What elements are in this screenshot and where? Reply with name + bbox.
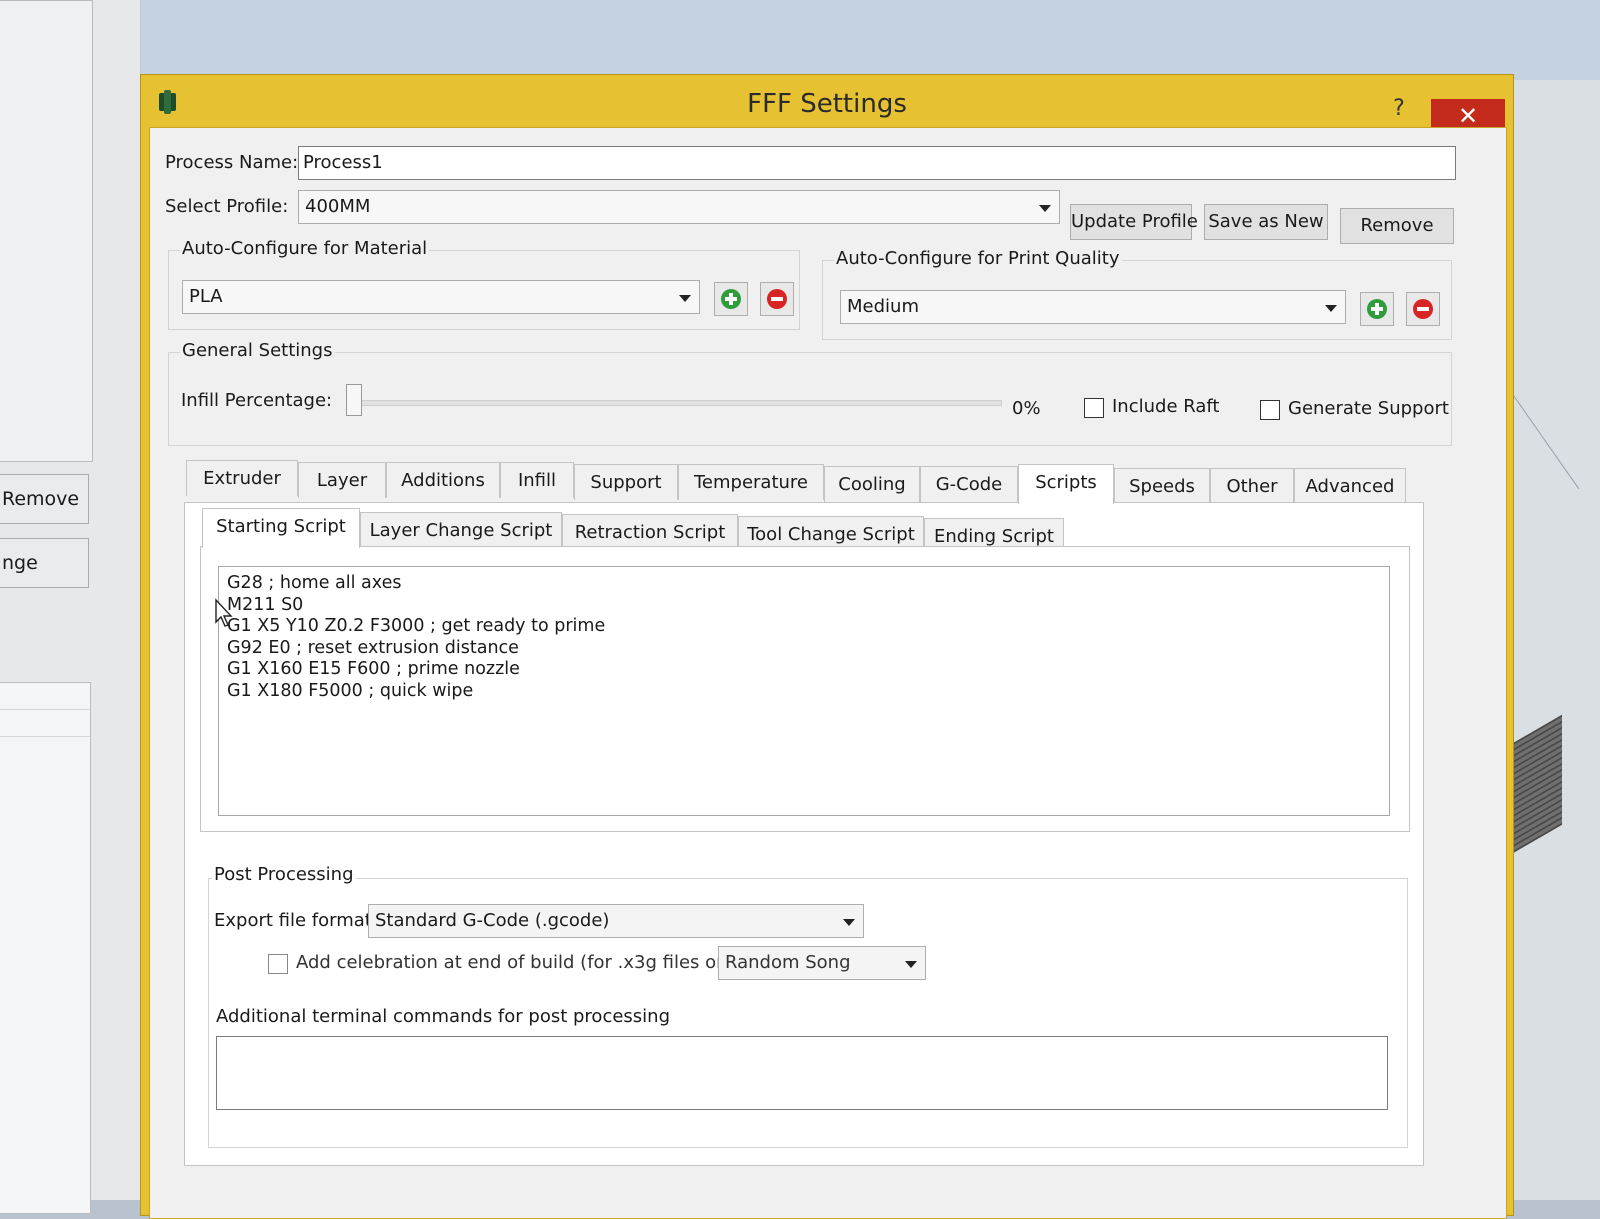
- quality-group-label: Auto-Configure for Print Quality: [834, 248, 1122, 269]
- background-remove-button[interactable]: Remove: [0, 474, 89, 524]
- tab-other[interactable]: Other: [1210, 468, 1294, 504]
- background-app-panel: Remove nge: [0, 0, 141, 1214]
- chevron-down-icon: [843, 919, 855, 926]
- desktop-background: [0, 0, 1600, 80]
- export-file-format-select[interactable]: Standard G-Code (.gcode): [368, 904, 864, 938]
- starting-script-editor[interactable]: G28 ; home all axes M211 S0 G1 X5 Y10 Z0…: [218, 566, 1390, 816]
- help-button[interactable]: ?: [1387, 97, 1411, 121]
- script-line: G1 X160 E15 F600 ; prime nozzle: [227, 659, 520, 679]
- tab-extruder[interactable]: Extruder: [186, 460, 298, 496]
- remove-material-button[interactable]: [760, 282, 794, 316]
- include-raft-checkbox[interactable]: [1084, 398, 1104, 418]
- terminal-commands-label: Additional terminal commands for post pr…: [216, 1006, 671, 1027]
- tab-additions[interactable]: Additions: [386, 462, 500, 498]
- minus-circle-icon: [1413, 299, 1433, 319]
- dialog-content: Process Name: Process1 Select Profile: 4…: [149, 127, 1507, 1219]
- process-name-input[interactable]: Process1: [298, 146, 1456, 180]
- infill-slider-track[interactable]: [346, 400, 1002, 406]
- remove-quality-button[interactable]: [1406, 292, 1440, 326]
- subtab-retraction-script[interactable]: Retraction Script: [562, 514, 738, 550]
- chevron-down-icon: [1039, 205, 1051, 212]
- add-material-button[interactable]: [714, 282, 748, 316]
- infill-percentage-value: 0%: [1012, 398, 1041, 419]
- tab-g-code[interactable]: G-Code: [920, 466, 1018, 502]
- material-select[interactable]: PLA: [182, 280, 700, 314]
- chevron-down-icon: [905, 961, 917, 968]
- background-list: [0, 682, 91, 1214]
- infill-percentage-label: Infill Percentage:: [181, 390, 333, 411]
- tab-scripts[interactable]: Scripts: [1018, 464, 1114, 504]
- infill-slider-thumb[interactable]: [346, 384, 362, 416]
- select-profile-label: Select Profile:: [165, 196, 289, 217]
- dialog-title: FFF Settings: [747, 89, 907, 119]
- celebration-song-select[interactable]: Random Song: [718, 946, 926, 980]
- background-list-row: [0, 710, 90, 737]
- fff-settings-dialog: FFF Settings ? ✕ Process Name: Process1 …: [140, 74, 1514, 1219]
- update-profile-button[interactable]: Update Profile: [1070, 204, 1198, 240]
- post-processing-label: Post Processing: [212, 864, 356, 885]
- tab-advanced[interactable]: Advanced: [1294, 468, 1406, 504]
- tab-support[interactable]: Support: [574, 464, 678, 500]
- tab-cooling[interactable]: Cooling: [824, 466, 920, 502]
- chevron-down-icon: [1325, 305, 1337, 312]
- tab-temperature[interactable]: Temperature: [678, 464, 824, 500]
- add-quality-button[interactable]: [1360, 292, 1394, 326]
- subtab-layer-change-script[interactable]: Layer Change Script: [360, 512, 562, 548]
- script-line: G1 X5 Y10 Z0.2 F3000 ; get ready to prim…: [227, 616, 606, 636]
- background-change-button[interactable]: nge: [0, 538, 89, 588]
- export-file-format-value: Standard G-Code (.gcode): [375, 910, 610, 931]
- generate-support-label: Generate Support: [1288, 398, 1449, 419]
- minus-circle-icon: [767, 289, 787, 309]
- process-name-label: Process Name:: [165, 152, 299, 173]
- material-select-value: PLA: [189, 286, 223, 307]
- celebration-song-value: Random Song: [725, 952, 851, 973]
- close-icon: ✕: [1457, 102, 1479, 130]
- quality-select[interactable]: Medium: [840, 290, 1346, 324]
- celebration-checkbox[interactable]: [268, 954, 288, 974]
- generate-support-checkbox[interactable]: [1260, 400, 1280, 420]
- profile-select-value: 400MM: [305, 196, 371, 217]
- background-list-row: [0, 683, 90, 710]
- tab-layer[interactable]: Layer: [298, 462, 386, 498]
- script-line: G28 ; home all axes: [227, 573, 402, 593]
- material-group-label: Auto-Configure for Material: [180, 238, 430, 259]
- export-file-format-label: Export file format: [214, 910, 372, 931]
- tab-speeds[interactable]: Speeds: [1114, 468, 1210, 504]
- include-raft-label: Include Raft: [1112, 396, 1220, 417]
- background-app-box: [0, 0, 93, 462]
- title-bar[interactable]: FFF Settings ? ✕: [141, 75, 1513, 133]
- background-viewport: [1500, 80, 1600, 1200]
- plus-circle-icon: [1367, 299, 1387, 319]
- save-as-new-button[interactable]: Save as New: [1204, 204, 1328, 240]
- chevron-down-icon: [679, 295, 691, 302]
- terminal-commands-input[interactable]: [216, 1036, 1388, 1110]
- script-line: M211 S0: [227, 594, 304, 615]
- profile-select[interactable]: 400MM: [298, 190, 1060, 224]
- quality-select-value: Medium: [847, 296, 919, 317]
- tab-infill[interactable]: Infill: [500, 462, 574, 498]
- celebration-label: Add celebration at end of build (for .x3…: [296, 952, 751, 973]
- mouse-pointer-icon: [215, 598, 233, 627]
- script-line: G1 X180 F5000 ; quick wipe: [227, 680, 474, 701]
- plus-circle-icon: [721, 289, 741, 309]
- general-settings-label: General Settings: [180, 340, 335, 361]
- script-line: G92 E0 ; reset extrusion distance: [227, 637, 519, 658]
- remove-profile-button[interactable]: Remove: [1340, 208, 1454, 244]
- subtab-starting-script[interactable]: Starting Script: [202, 508, 360, 548]
